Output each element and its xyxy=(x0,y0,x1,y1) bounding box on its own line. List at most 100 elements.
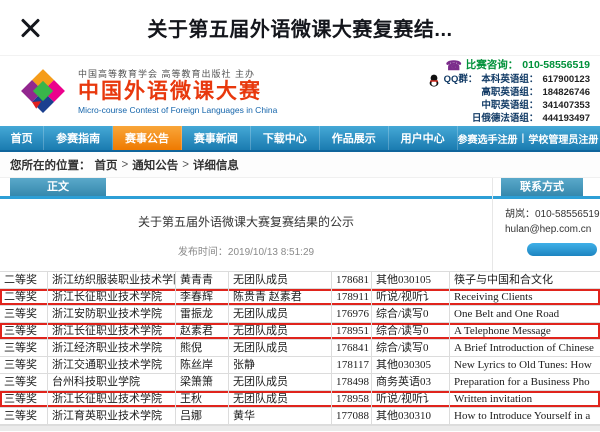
cell-id: 176976 xyxy=(332,306,372,322)
cell-award: 三等奖 xyxy=(0,340,48,356)
cell-name: 黄青青 xyxy=(176,272,229,288)
cell-name: 熊倪 xyxy=(176,340,229,356)
cell-title: A Telephone Message xyxy=(450,323,600,339)
publish-time-line: 发布时间：2019/10/13 8:51:29 xyxy=(0,243,492,258)
cell-school: 浙江安防职业技术学院 xyxy=(48,306,176,322)
cell-cat: 听说/视听讠 xyxy=(372,289,450,305)
tab-article-body[interactable]: 正文 xyxy=(10,178,106,196)
cell-id: 178958 xyxy=(332,391,372,407)
qq-group-label: 本科英语组： xyxy=(481,74,538,87)
cell-award: 三等奖 xyxy=(0,374,48,390)
site-name: 中国外语微课大赛 xyxy=(78,80,277,104)
qq-label: QQ群： xyxy=(444,74,478,87)
cell-cat: 其他030305 xyxy=(372,357,450,373)
nav-item-news[interactable]: 赛事新闻 xyxy=(182,126,251,150)
phone-icon: ☎ xyxy=(446,57,462,75)
qq-group-label: 高职英语组： xyxy=(481,87,538,100)
cell-cat: 听说/视听讠 xyxy=(372,391,450,407)
cell-school: 浙江长征职业技术学院 xyxy=(48,289,176,305)
qq-group-number: 444193497 xyxy=(542,113,590,126)
table-row-highlighted: 三等奖浙江长征职业技术学院赵素君无团队成员178951综合/读写0A Telep… xyxy=(0,323,600,340)
cell-title: Receiving Clients xyxy=(450,289,600,305)
cell-team: 无团队成员 xyxy=(229,374,332,390)
breadcrumb-notices[interactable]: 通知公告 xyxy=(132,157,178,173)
cell-id: 178117 xyxy=(332,357,372,373)
table-row-highlighted: 三等奖浙江长征职业技术学院王秋无团队成员178958听说/视听讠Written … xyxy=(0,391,600,408)
cell-team: 无团队成员 xyxy=(229,340,332,356)
table-row: 三等奖台州科技职业学院梁箫箫无团队成员178498商务英语03Preparati… xyxy=(0,374,600,391)
cell-name: 李春辉 xyxy=(176,289,229,305)
nav-item-announcements[interactable]: 赛事公告 xyxy=(113,126,182,150)
cell-school: 浙江纺织服装职业技术学院 xyxy=(48,272,176,288)
breadcrumb-label: 您所在的位置： xyxy=(10,157,91,173)
school-admin-register-link[interactable]: 学校管理员注册 xyxy=(528,131,598,146)
more-menu-dots-icon[interactable] xyxy=(582,25,600,33)
cell-award: 三等奖 xyxy=(0,323,48,339)
cell-name: 赵素君 xyxy=(176,323,229,339)
cell-name: 王秋 xyxy=(176,391,229,407)
cell-school: 浙江经济职业技术学院 xyxy=(48,340,176,356)
nav-item-user-center[interactable]: 用户中心 xyxy=(389,126,458,150)
nav-item-downloads[interactable]: 下载中心 xyxy=(251,126,320,150)
cell-team: 无团队成员 xyxy=(229,391,332,407)
contact-sidebar: 联系方式 胡岚：010-58556519 hulan@hep.com.cn xyxy=(492,178,600,271)
qq-group-number: 617900123 xyxy=(542,74,590,87)
webview-topbar: 关于第五届外语微课大赛复赛结... xyxy=(0,0,600,56)
article-column: 正文 关于第五届外语微课大赛复赛结果的公示 发布时间：2019/10/13 8:… xyxy=(0,178,492,271)
nav-item-works[interactable]: 作品展示 xyxy=(320,126,389,150)
cell-team: 无团队成员 xyxy=(229,323,332,339)
breadcrumb-home[interactable]: 首页 xyxy=(95,157,118,173)
contact-action-button[interactable] xyxy=(527,243,597,256)
contact-name-phone: 胡岚：010-58556519 xyxy=(505,207,600,222)
header-contact-block: ☎ 比赛咨询：010-58556519 QQ群： 本科英语组：617900123… xyxy=(428,57,590,126)
cell-award: 二等奖 xyxy=(0,289,48,305)
site-header: 中国高等教育学会 高等教育出版社 主办 中国外语微课大赛 Micro-cours… xyxy=(0,56,600,126)
nav-register-links: 参赛选手注册 | 学校管理员注册 | 登 xyxy=(458,126,600,150)
cell-id: 178681 xyxy=(332,272,372,288)
cell-title: One Belt and One Road xyxy=(450,306,600,322)
table-row: 三等奖浙江经济职业技术学院熊倪无团队成员176841综合/读写0A Brief … xyxy=(0,340,600,357)
nav-item-home[interactable]: 首页 xyxy=(0,126,44,150)
cell-title: Written invitation xyxy=(450,391,600,407)
table-row-highlighted: 二等奖浙江长征职业技术学院李春辉陈贵青 赵素君178911听说/视听讠Recei… xyxy=(0,289,600,306)
cell-name: 梁箫箫 xyxy=(176,374,229,390)
cell-title: Preparation for a Business Pho xyxy=(450,374,600,390)
cell-name: 陈丝岸 xyxy=(176,357,229,373)
cell-id: 178498 xyxy=(332,374,372,390)
close-icon[interactable] xyxy=(16,14,44,42)
cell-id: 177088 xyxy=(332,408,372,424)
cell-team: 张静 xyxy=(229,357,332,373)
cell-team: 陈贵青 赵素君 xyxy=(229,289,332,305)
organizer-line: 中国高等教育学会 高等教育出版社 主办 xyxy=(78,67,277,80)
page-bottom-strip xyxy=(0,425,600,431)
cell-name: 雷振龙 xyxy=(176,306,229,322)
qq-group-label: 中职英语组： xyxy=(481,100,538,113)
publish-time: 2019/10/13 8:51:29 xyxy=(228,247,314,258)
qq-penguin-icon xyxy=(428,74,440,87)
cell-school: 浙江交通职业技术学院 xyxy=(48,357,176,373)
qq-group-label: 日俄德法语组： xyxy=(472,113,539,126)
table-row: 三等奖浙江育英职业技术学院吕娜黄华177088其他030310How to In… xyxy=(0,408,600,425)
cell-team: 无团队成员 xyxy=(229,272,332,288)
main-nav: 首页 参赛指南 赛事公告 赛事新闻 下载中心 作品展示 用户中心 参赛选手注册 … xyxy=(0,126,600,152)
contestant-register-link[interactable]: 参赛选手注册 xyxy=(458,131,518,146)
cell-title: New Lyrics to Old Tunes: How xyxy=(450,357,600,373)
cell-cat: 商务英语03 xyxy=(372,374,450,390)
cell-title: A Brief Introduction of Chinese xyxy=(450,340,600,356)
table-row: 三等奖浙江安防职业技术学院雷振龙无团队成员176976综合/读写0One Bel… xyxy=(0,306,600,323)
cell-school: 浙江长征职业技术学院 xyxy=(48,391,176,407)
nav-item-guide[interactable]: 参赛指南 xyxy=(44,126,113,150)
cell-award: 二等奖 xyxy=(0,272,48,288)
cell-id: 176841 xyxy=(332,340,372,356)
table-row: 三等奖浙江交通职业技术学院陈丝岸张静178117其他030305New Lyri… xyxy=(0,357,600,374)
cell-team: 无团队成员 xyxy=(229,306,332,322)
qq-group-number: 184826746 xyxy=(542,87,590,100)
cell-award: 三等奖 xyxy=(0,408,48,424)
cell-cat: 其他030310 xyxy=(372,408,450,424)
breadcrumb-detail: 详细信息 xyxy=(193,157,239,173)
tab-contact-info[interactable]: 联系方式 xyxy=(501,178,583,196)
cell-cat: 综合/读写0 xyxy=(372,340,450,356)
site-name-english: Micro-course Contest of Foreign Language… xyxy=(78,105,277,115)
breadcrumb: 您所在的位置： 首页 > 通知公告 > 详细信息 xyxy=(0,152,600,178)
site-logo[interactable]: 中国高等教育学会 高等教育出版社 主办 中国外语微课大赛 Micro-cours… xyxy=(16,64,277,118)
